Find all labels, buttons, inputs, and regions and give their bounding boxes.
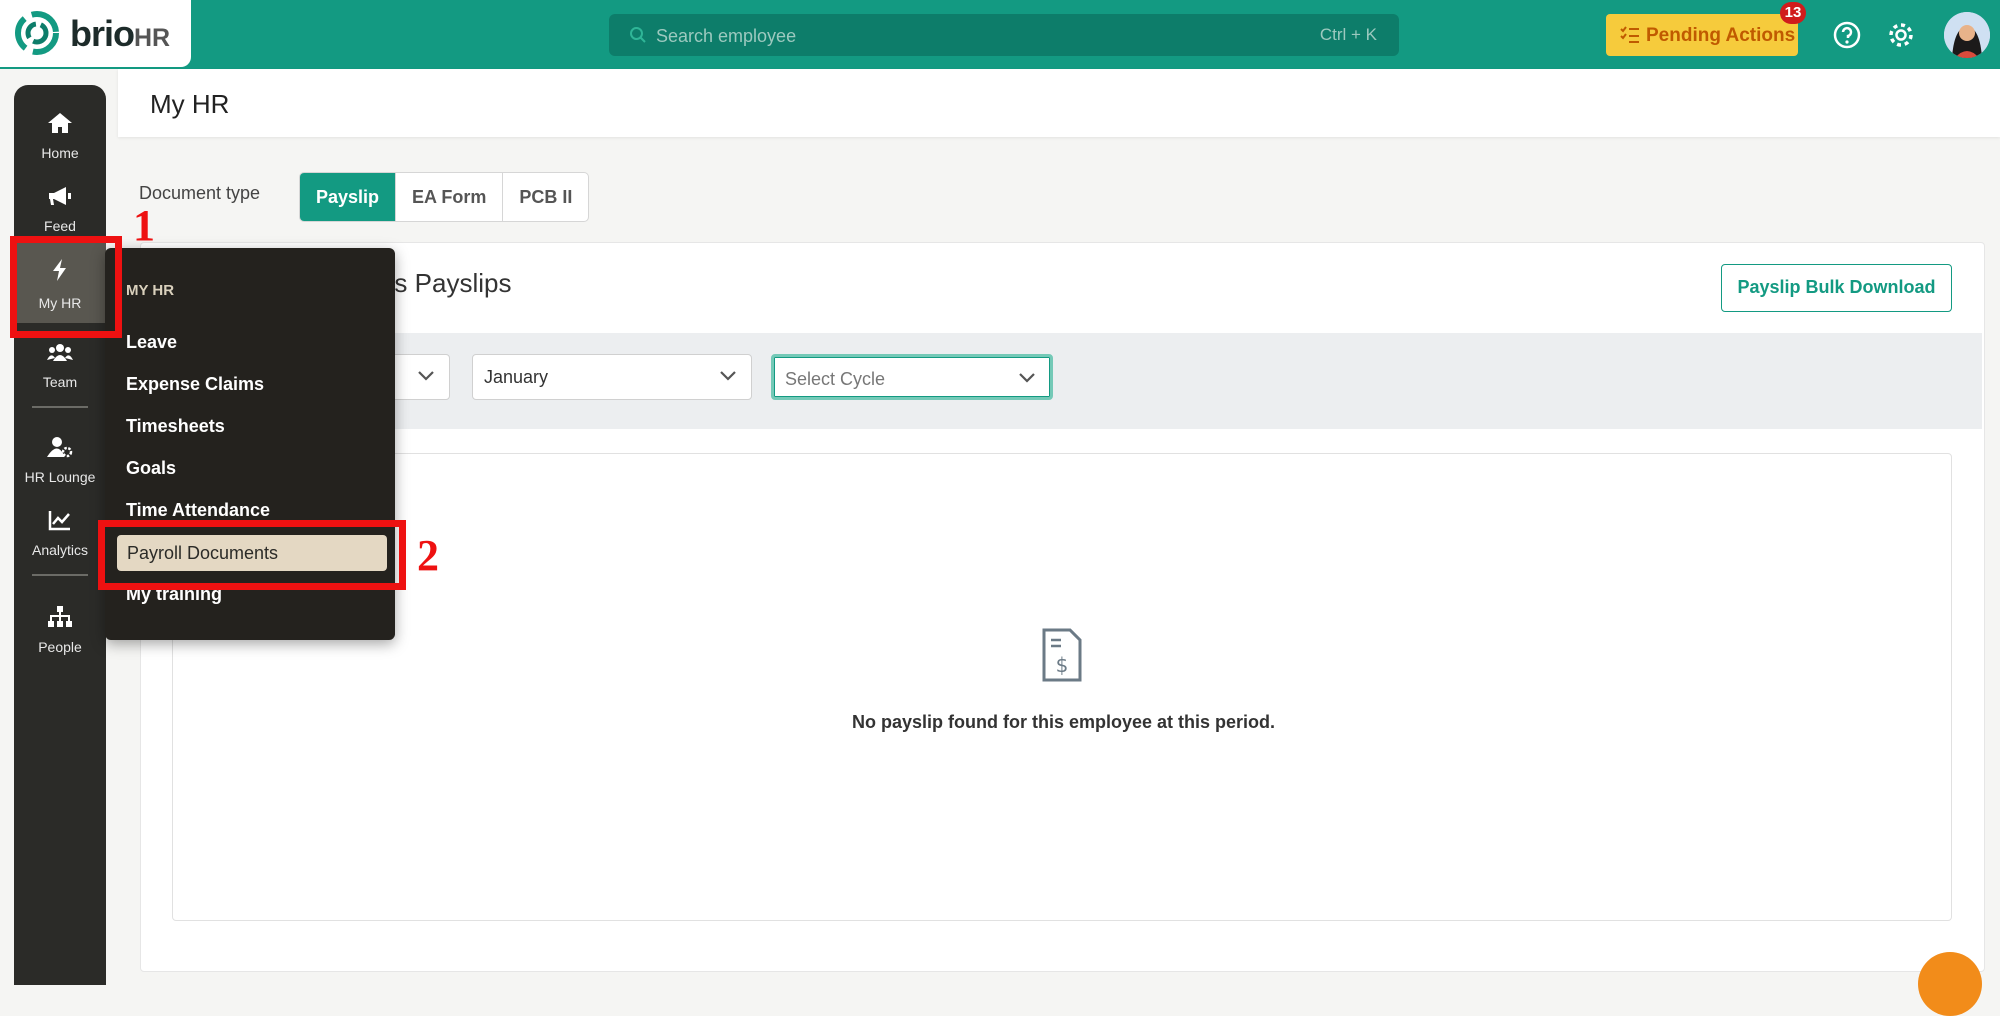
page-title: My HR <box>150 89 230 119</box>
rail-item-label: Home <box>41 145 79 161</box>
empty-state-message: No payslip found for this employee at th… <box>852 712 1276 732</box>
help-icon[interactable] <box>1832 20 1862 50</box>
rail-item-home[interactable]: Home <box>14 105 106 167</box>
invoice-dollar-icon: $ <box>1042 628 1082 682</box>
help-chat-button[interactable] <box>1918 952 1982 1016</box>
rail-item-team[interactable]: Team <box>14 334 106 396</box>
month-select[interactable]: January <box>472 354 752 400</box>
user-avatar[interactable] <box>1944 12 1990 58</box>
rail-item-label: Analytics <box>31 542 89 558</box>
doc-type-pcb-ii[interactable]: PCB II <box>503 173 588 221</box>
menu-item-expense-claims[interactable]: Expense Claims <box>126 374 264 395</box>
annotation-number-2: 2 <box>417 531 439 580</box>
search-input[interactable] <box>654 14 1258 58</box>
menu-item-leave[interactable]: Leave <box>126 332 177 353</box>
avatar-portrait-icon <box>1944 12 1990 58</box>
document-type-selector: Payslip EA Form PCB II <box>299 172 590 222</box>
menu-item-time-attendance[interactable]: Time Attendance <box>126 500 270 521</box>
annotation-box-1 <box>10 236 122 338</box>
chart-line-icon <box>48 511 70 531</box>
menu-item-timesheets[interactable]: Timesheets <box>126 416 225 437</box>
search-shortcut: Ctrl + K <box>1319 25 1377 44</box>
doc-type-ea-form[interactable]: EA Form <box>396 173 504 221</box>
month-select-value: January <box>484 367 549 387</box>
search-icon <box>630 27 646 43</box>
chevron-down-icon <box>1019 373 1035 383</box>
pending-actions-button[interactable]: Pending Actions <box>1606 14 1798 56</box>
brand-wordmark: brioHR <box>70 13 171 54</box>
megaphone-icon <box>49 187 71 205</box>
empty-state <box>172 453 1952 921</box>
org-chart-icon <box>48 606 72 627</box>
gear-icon[interactable] <box>1886 20 1916 50</box>
cycle-select[interactable]: Select Cycle <box>771 354 1053 400</box>
chevron-down-icon <box>720 371 736 381</box>
search-bar[interactable]: Ctrl + K <box>609 14 1399 58</box>
menu-title: MY HR <box>126 282 175 299</box>
rail-item-hr-lounge[interactable]: HR Lounge <box>14 429 106 491</box>
menu-item-goals[interactable]: Goals <box>126 458 176 479</box>
rail-item-label: Feed <box>44 218 76 234</box>
payslip-bulk-download-button[interactable]: Payslip Bulk Download <box>1721 264 1952 312</box>
payslips-title: n's Payslips <box>375 268 512 298</box>
rail-item-label: Team <box>42 374 78 390</box>
team-icon <box>47 344 73 361</box>
logo[interactable]: brioHR <box>0 0 191 67</box>
svg-text:$: $ <box>1056 653 1069 677</box>
rail-item-label: People <box>38 639 82 655</box>
rail-divider <box>32 406 88 408</box>
annotation-box-2 <box>98 520 406 590</box>
top-bar: brioHR Ctrl + K Pending Actions 13 <box>0 0 2000 69</box>
rail-item-label: HR Lounge <box>24 469 96 485</box>
pending-actions-label: Pending Actions <box>1646 25 1796 46</box>
rail-divider <box>32 574 88 576</box>
checklist-icon <box>1620 26 1639 43</box>
pending-count-badge: 13 <box>1780 2 1806 24</box>
rail-item-analytics[interactable]: Analytics <box>14 502 106 564</box>
rail-item-people[interactable]: People <box>14 599 106 661</box>
user-gear-icon <box>47 437 73 458</box>
rail-item-feed[interactable]: Feed <box>14 178 106 240</box>
brio-logo-icon <box>15 11 59 55</box>
cycle-select-placeholder: Select Cycle <box>785 369 886 389</box>
home-icon <box>48 113 72 133</box>
page-header: My HR <box>118 69 2000 137</box>
left-nav-rail: Home Feed My HR Team HR Lounge Analytics… <box>14 85 106 985</box>
annotation-number-1: 1 <box>133 201 155 250</box>
document-type-label: Document type <box>139 183 261 203</box>
doc-type-payslip[interactable]: Payslip <box>300 173 397 221</box>
chevron-down-icon <box>418 371 434 381</box>
